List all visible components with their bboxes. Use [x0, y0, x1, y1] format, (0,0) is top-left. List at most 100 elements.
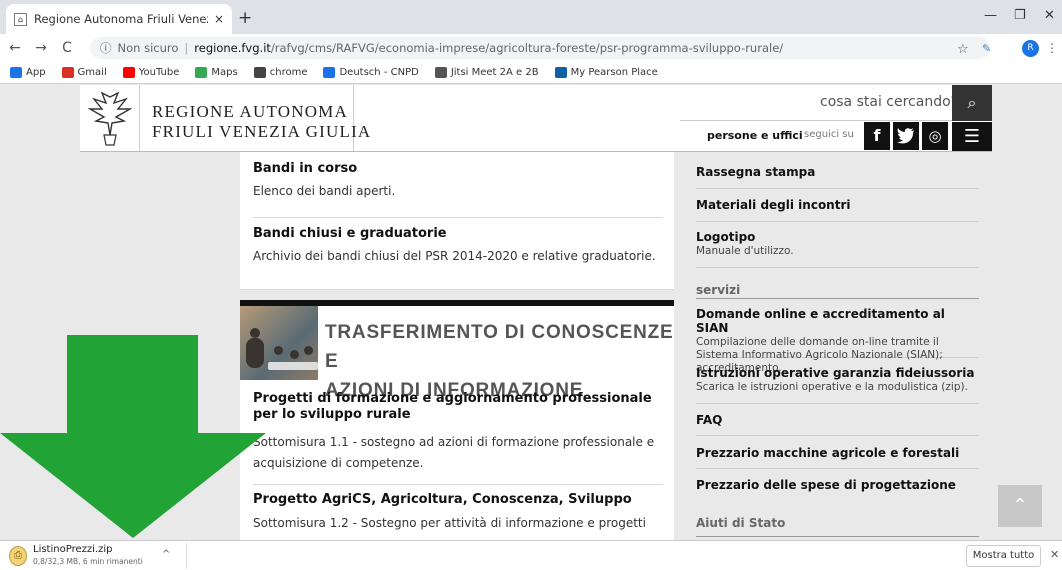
tab-title: Regione Autonoma Friuli Venezia [34, 12, 208, 26]
sidebar-section-title: Aiuti di Stato [696, 516, 786, 530]
progetti-formazione-link[interactable]: Progetti di formazione e aggiornamento p… [253, 391, 663, 423]
persone-uffici-link[interactable]: persone e uffici [707, 129, 803, 142]
site-favicon-icon: ⌂ [14, 12, 27, 26]
apps-icon [10, 67, 22, 78]
site-search[interactable]: cosa stai cercando? ⌕ [680, 85, 992, 121]
bookmark-label: Gmail [77, 67, 107, 78]
browser-menu-icon[interactable]: ⋮ [1046, 41, 1058, 55]
bookmark-star-icon[interactable]: ☆ [957, 42, 969, 57]
instagram-icon[interactable]: ◎ [922, 122, 948, 150]
bandi-chiusi-link[interactable]: Bandi chiusi e graduatorie [253, 226, 447, 241]
gmail-icon [61, 67, 74, 78]
site-header: REGIONE AUTONOMA FRIULI VENEZIA GIULIA c… [80, 85, 992, 152]
sidebar: Rassegna stampa Materiali degli incontri… [696, 152, 979, 540]
bookmark-app[interactable]: App [10, 67, 46, 78]
sidebar-item-title: Logotipo [696, 230, 756, 244]
bookmark-label: Maps [211, 67, 238, 78]
sidebar-item-faq[interactable]: FAQ [696, 404, 979, 436]
tab-close-icon[interactable]: × [214, 12, 224, 26]
brand-name[interactable]: REGIONE AUTONOMA FRIULI VENEZIA GIULIA [152, 102, 371, 142]
sidebar-section-servizi: servizi [696, 268, 979, 299]
trasferimento-card: TRASFERIMENTO DI CONOSCENZE E AZIONI DI … [240, 300, 674, 540]
sidebar-item-desc: Manuale d'utilizzo. [696, 245, 794, 257]
sidebar-item-materiali[interactable]: Materiali degli incontri [696, 189, 979, 222]
hamburger-menu-icon[interactable]: ☰ [952, 122, 992, 151]
download-progress: 0,8/32,3 MB, 6 min rimanenti [33, 557, 143, 566]
info-icon[interactable]: ⓘ [100, 40, 112, 56]
sidebar-item-fideiussoria[interactable]: Istruzioni operative garanzia fideiussor… [696, 358, 979, 404]
bookmark-label: My Pearson Place [570, 67, 658, 78]
eagle-emblem-icon [88, 91, 132, 146]
bookmark-label: chrome [269, 67, 308, 78]
scroll-to-top-button[interactable]: ⌃ [998, 485, 1042, 527]
restore-button[interactable]: ❐ [1014, 8, 1026, 23]
brand-line-1: REGIONE AUTONOMA [152, 102, 348, 121]
new-tab-button[interactable]: + [238, 8, 252, 28]
bookmark-youtube[interactable]: YouTube [122, 67, 180, 78]
download-bar-close-icon[interactable]: ✕ [1050, 548, 1059, 561]
bookmark-gmail[interactable]: Gmail [61, 67, 107, 78]
sidebar-item-title: Domande online e accreditamento al SIAN [696, 307, 945, 335]
sidebar-item-logotipo[interactable]: Logotipo Manuale d'utilizzo. [696, 222, 979, 268]
facebook-icon[interactable]: f [864, 122, 890, 150]
browser-tab[interactable]: ⌂ Regione Autonoma Friuli Venezia × [6, 4, 232, 34]
sidebar-item-desc: Scarica le istruzioni operative e la mod… [696, 381, 968, 393]
bookmark-deutsch-cnpd[interactable]: Deutsch - CNPD [323, 67, 419, 78]
bookmarks-bar: App Gmail YouTube Maps chrome Deutsch - CNPD J… [0, 62, 1062, 84]
sidebar-item-rassegna-stampa[interactable]: Rassegna stampa [696, 152, 979, 189]
bookmark-maps[interactable]: Maps [195, 67, 238, 78]
bookmark-jitsi-meet-2a-e-2b[interactable]: Jitsi Meet 2A e 2B [434, 67, 539, 78]
bookmark-label: Jitsi Meet 2A e 2B [450, 67, 539, 78]
section-title-line-1: TRASFERIMENTO DI CONOSCENZE E [325, 322, 674, 372]
profile-avatar[interactable]: R [1022, 40, 1039, 57]
sidebar-item-sian[interactable]: Domande online e accreditamento al SIAN … [696, 299, 979, 374]
browser-toolbar: ← → C ⓘ Non sicuro | regione.fvg.it /raf… [0, 34, 1062, 62]
bandi-in-corso-desc: Elenco dei bandi aperti. [253, 184, 396, 198]
search-icon[interactable]: ⌕ [952, 85, 992, 121]
sidebar-item-title: Rassegna stampa [696, 165, 816, 179]
maps-icon [195, 67, 208, 78]
calendar-icon [323, 67, 336, 78]
sidebar-section-title: servizi [696, 283, 741, 297]
green-down-arrow-icon [0, 335, 266, 538]
seguici-label: seguici su [804, 129, 854, 140]
sidebar-item-title: Istruzioni operative garanzia fideiussor… [696, 366, 975, 380]
minimize-button[interactable]: — [984, 8, 997, 23]
sidebar-item-title: Prezzario delle spese di progettazione [696, 478, 956, 492]
region-logo[interactable] [80, 85, 140, 151]
back-button[interactable]: ← [4, 40, 26, 56]
zip-file-icon: ⎙ [9, 546, 27, 566]
youtube-icon [122, 67, 135, 78]
download-options-chevron-icon[interactable]: ^ [162, 549, 170, 560]
divider [253, 217, 663, 218]
pearson-icon [554, 67, 567, 78]
sidebar-item-prezzario-progettazione[interactable]: Prezzario delle spese di progettazione [696, 469, 979, 502]
address-bar[interactable]: ⓘ Non sicuro | regione.fvg.it /rafvg/cms… [90, 37, 990, 59]
bandi-in-corso-link[interactable]: Bandi in corso [253, 161, 357, 176]
divider [253, 484, 663, 485]
bookmark-my-pearson-place[interactable]: My Pearson Place [554, 67, 658, 78]
bookmark-chrome[interactable]: chrome [253, 67, 308, 78]
show-all-button[interactable]: Mostra tutto [966, 545, 1041, 567]
url-separator: | [184, 41, 189, 55]
not-secure-label: Non sicuro [117, 41, 179, 55]
progetto-agrics-link[interactable]: Progetto AgriCS, Agricoltura, Conoscenza… [253, 492, 632, 507]
download-filename[interactable]: ListinoPrezzi.zip [33, 544, 112, 555]
extension-pen-icon[interactable]: ✎ [982, 42, 991, 55]
reload-button[interactable]: C [56, 40, 78, 56]
bookmark-label: YouTube [138, 67, 180, 78]
sidebar-item-title: Materiali degli incontri [696, 198, 851, 212]
url-domain: regione.fvg.it [194, 41, 271, 55]
download-bar: ⎙ ListinoPrezzi.zip 0,8/32,3 MB, 6 min r… [0, 540, 1062, 570]
bandi-card: Bandi in corso Elenco dei bandi aperti. … [240, 152, 674, 290]
forward-button[interactable]: → [30, 40, 52, 56]
chrome-icon [253, 67, 266, 78]
sidebar-item-prezzario-macchine[interactable]: Prezzario macchine agricole e forestali [696, 436, 979, 469]
window-close-button[interactable]: ✕ [1044, 8, 1055, 23]
sidebar-section-aiuti: Aiuti di Stato [696, 502, 979, 537]
twitter-icon[interactable] [893, 122, 919, 150]
browser-tab-strip: ⌂ Regione Autonoma Friuli Venezia × + — … [0, 0, 1062, 34]
sidebar-item-title: FAQ [696, 413, 723, 427]
progetto-agrics-desc: Sottomisura 1.2 - Sostegno per attività … [253, 516, 646, 530]
search-input[interactable]: cosa stai cercando? [820, 94, 958, 110]
